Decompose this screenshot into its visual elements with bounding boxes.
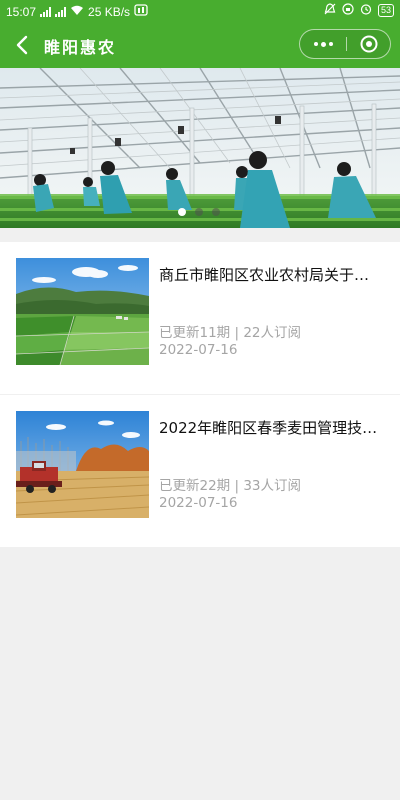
subscriber-count: 22人订阅 (243, 325, 302, 341)
status-time: 15:07 (6, 4, 37, 19)
lock-rotate-icon (342, 3, 354, 18)
network-speed: 25 KB/s (88, 4, 131, 19)
article-thumbnail (16, 258, 149, 365)
signal-icon (55, 6, 67, 17)
article-meta: 已更新22期 | 33人订阅 (159, 478, 302, 494)
signal-icon (40, 6, 52, 17)
carousel-indicator (178, 208, 220, 216)
dot-icon (313, 42, 318, 46)
close-miniprogram-button[interactable] (347, 30, 391, 58)
dot-icon (320, 41, 326, 47)
more-button[interactable] (300, 30, 346, 58)
dot-icon (328, 42, 333, 46)
aerial-farmland-image (16, 258, 149, 365)
carousel-dot[interactable] (178, 208, 186, 216)
article-title: 2022年睢阳区春季麦田管理技… (159, 419, 378, 437)
nav-header: 睢阳惠农 (0, 22, 400, 68)
article-meta: 已更新11期 | 22人订阅 (159, 325, 302, 341)
battery-icon: 53 (377, 4, 394, 17)
alarm-icon (360, 3, 372, 18)
greenhouse-banner-image (0, 68, 400, 228)
article-card[interactable]: 2022年睢阳区春季麦田管理技… 已更新22期 | 33人订阅 2022-07-… (0, 395, 400, 547)
nfc-icon (134, 4, 148, 19)
article-date: 2022-07-16 (159, 495, 238, 511)
article-title: 商丘市睢阳区农业农村局关于… (159, 266, 370, 284)
wifi-icon (70, 5, 84, 19)
miniprogram-capsule (299, 29, 391, 59)
target-close-icon (360, 35, 378, 53)
carousel-dot[interactable] (212, 208, 220, 216)
status-bar: 15:07 25 KB/s 53 (0, 0, 400, 22)
back-button[interactable] (12, 31, 34, 59)
article-date: 2022-07-16 (159, 342, 238, 358)
subscriber-count: 33人订阅 (243, 478, 302, 494)
chevron-left-icon (16, 35, 28, 55)
bell-icon (324, 3, 336, 18)
page-title: 睢阳惠农 (44, 38, 117, 57)
article-card[interactable]: 商丘市睢阳区农业农村局关于… 已更新11期 | 22人订阅 2022-07-16 (0, 242, 400, 394)
update-count: 已更新11期 (159, 325, 231, 341)
update-count: 已更新22期 (159, 478, 231, 494)
banner-carousel[interactable] (0, 68, 400, 228)
article-thumbnail (16, 411, 149, 518)
carousel-dot[interactable] (195, 208, 203, 216)
harvester-wheat-field-image (16, 411, 149, 518)
